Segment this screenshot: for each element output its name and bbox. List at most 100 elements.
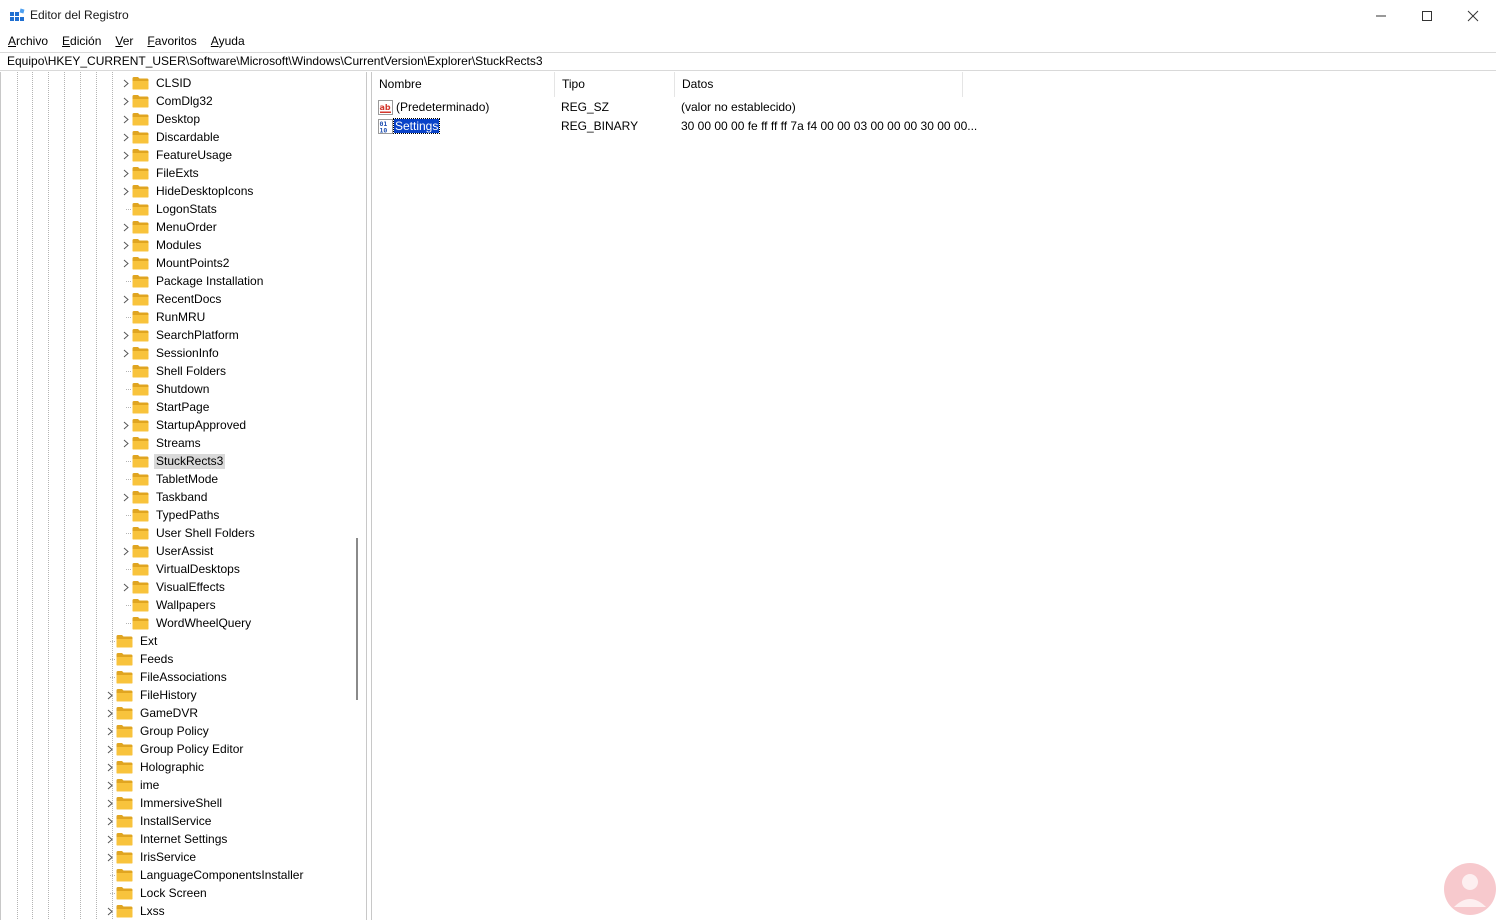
chevron-right-icon[interactable] bbox=[105, 848, 115, 866]
chevron-right-icon[interactable] bbox=[105, 722, 115, 740]
menu-archivo[interactable]: Archivo bbox=[4, 34, 52, 48]
tree-item[interactable]: Shutdown bbox=[121, 380, 211, 398]
value-name: (Predeterminado) bbox=[396, 100, 490, 114]
maximize-button[interactable] bbox=[1404, 0, 1450, 31]
menu-ayuda[interactable]: Ayuda bbox=[207, 34, 249, 48]
tree-item[interactable]: Taskband bbox=[121, 488, 209, 506]
tree-item[interactable]: Discardable bbox=[121, 128, 221, 146]
tree-item-label: Taskband bbox=[156, 489, 208, 504]
tree-item[interactable]: InstallService bbox=[105, 812, 213, 830]
chevron-right-icon[interactable] bbox=[121, 74, 131, 92]
value-row-settings[interactable]: 01 10 Settings REG_BINARY 30 00 00 00 fe… bbox=[372, 117, 977, 136]
column-header-data[interactable]: Datos bbox=[675, 72, 963, 97]
tree-item[interactable]: Internet Settings bbox=[105, 830, 229, 848]
chevron-right-icon[interactable] bbox=[105, 794, 115, 812]
close-button[interactable] bbox=[1450, 0, 1496, 31]
menu-ver[interactable]: Ver bbox=[111, 34, 137, 48]
tree-item[interactable]: CLSID bbox=[121, 74, 193, 92]
chevron-right-icon[interactable] bbox=[121, 110, 131, 128]
tree-scrollbar-thumb[interactable] bbox=[356, 538, 358, 700]
chevron-right-icon[interactable] bbox=[121, 326, 131, 344]
tree-item[interactable]: UserAssist bbox=[121, 542, 215, 560]
folder-icon bbox=[132, 562, 149, 576]
tree-item[interactable]: HideDesktopIcons bbox=[121, 182, 255, 200]
tree-item[interactable]: FileExts bbox=[121, 164, 201, 182]
chevron-right-icon[interactable] bbox=[105, 812, 115, 830]
chevron-right-icon[interactable] bbox=[105, 704, 115, 722]
tree-item[interactable]: FeatureUsage bbox=[121, 146, 234, 164]
chevron-right-icon[interactable] bbox=[105, 758, 115, 776]
tree-item[interactable]: Wallpapers bbox=[121, 596, 218, 614]
chevron-right-icon[interactable] bbox=[105, 740, 115, 758]
tree-item[interactable]: LanguageComponentsInstaller bbox=[105, 866, 305, 884]
chevron-right-icon[interactable] bbox=[121, 146, 131, 164]
tree-item[interactable]: LogonStats bbox=[121, 200, 219, 218]
column-header-type[interactable]: Tipo bbox=[555, 72, 675, 97]
folder-icon bbox=[132, 472, 149, 486]
chevron-right-icon[interactable] bbox=[121, 488, 131, 506]
tree-item[interactable]: StartupApproved bbox=[121, 416, 248, 434]
minimize-button[interactable] bbox=[1358, 0, 1404, 31]
tree-item[interactable]: StuckRects3 bbox=[121, 452, 226, 470]
chevron-right-icon[interactable] bbox=[121, 128, 131, 146]
chevron-right-icon[interactable] bbox=[121, 236, 131, 254]
tree-item[interactable]: RecentDocs bbox=[121, 290, 223, 308]
menu-edicion[interactable]: Edición bbox=[58, 34, 105, 48]
chevron-right-icon[interactable] bbox=[105, 830, 115, 848]
tree-item-label: UserAssist bbox=[156, 543, 214, 558]
chevron-right-icon[interactable] bbox=[121, 578, 131, 596]
tree-item[interactable]: SessionInfo bbox=[121, 344, 221, 362]
chevron-right-icon[interactable] bbox=[121, 218, 131, 236]
chevron-right-icon[interactable] bbox=[121, 290, 131, 308]
tree-item[interactable]: Shell Folders bbox=[121, 362, 228, 380]
chevron-right-icon[interactable] bbox=[121, 164, 131, 182]
tree-item[interactable]: FileAssociations bbox=[105, 668, 229, 686]
address-bar[interactable]: Equipo\HKEY_CURRENT_USER\Software\Micros… bbox=[0, 52, 1496, 71]
tree-item[interactable]: Streams bbox=[121, 434, 203, 452]
tree-item[interactable]: ime bbox=[105, 776, 161, 794]
tree-item[interactable]: SearchPlatform bbox=[121, 326, 241, 344]
chevron-right-icon[interactable] bbox=[121, 344, 131, 362]
tree-item[interactable]: GameDVR bbox=[105, 704, 200, 722]
tree-item[interactable]: Desktop bbox=[121, 110, 202, 128]
tree-item[interactable]: Group Policy Editor bbox=[105, 740, 245, 758]
tree-item[interactable]: StartPage bbox=[121, 398, 211, 416]
tree-item[interactable]: ImmersiveShell bbox=[105, 794, 224, 812]
tree-item[interactable]: Lxss bbox=[105, 902, 167, 920]
chevron-right-icon[interactable] bbox=[105, 902, 115, 920]
key-tree-pane[interactable]: CLSID ComDlg32 Desktop Discardable FeatureUs… bbox=[0, 72, 367, 920]
chevron-right-icon[interactable] bbox=[105, 776, 115, 794]
tree-item[interactable]: TypedPaths bbox=[121, 506, 221, 524]
tree-item[interactable]: WordWheelQuery bbox=[121, 614, 253, 632]
tree-item[interactable]: RunMRU bbox=[121, 308, 207, 326]
tree-item[interactable]: ComDlg32 bbox=[121, 92, 215, 110]
tree-item[interactable]: Lock Screen bbox=[105, 884, 209, 902]
window-title: Editor del Registro bbox=[30, 8, 129, 22]
tree-item[interactable]: VisualEffects bbox=[121, 578, 227, 596]
chevron-right-icon[interactable] bbox=[121, 542, 131, 560]
tree-item[interactable]: TabletMode bbox=[121, 470, 220, 488]
tree-item[interactable]: IrisService bbox=[105, 848, 198, 866]
chevron-right-icon[interactable] bbox=[121, 416, 131, 434]
tree-item[interactable]: VirtualDesktops bbox=[121, 560, 242, 578]
value-row-default[interactable]: ab (Predeterminado) REG_SZ (valor no est… bbox=[372, 98, 972, 117]
tree-item-label: WordWheelQuery bbox=[156, 615, 252, 630]
values-pane[interactable]: Nombre Tipo Datos ab (Predeterminado) RE… bbox=[371, 72, 1496, 920]
tree-item[interactable]: Holographic bbox=[105, 758, 206, 776]
chevron-right-icon[interactable] bbox=[121, 182, 131, 200]
column-header-name[interactable]: Nombre bbox=[372, 72, 555, 97]
chevron-right-icon[interactable] bbox=[121, 254, 131, 272]
chevron-right-icon[interactable] bbox=[105, 686, 115, 704]
tree-item[interactable]: Modules bbox=[121, 236, 203, 254]
tree-item[interactable]: Feeds bbox=[105, 650, 175, 668]
tree-item[interactable]: Package Installation bbox=[121, 272, 265, 290]
chevron-right-icon[interactable] bbox=[121, 434, 131, 452]
tree-item[interactable]: Ext bbox=[105, 632, 159, 650]
menu-favoritos[interactable]: Favoritos bbox=[143, 34, 200, 48]
tree-item[interactable]: User Shell Folders bbox=[121, 524, 257, 542]
tree-item[interactable]: FileHistory bbox=[105, 686, 199, 704]
chevron-right-icon[interactable] bbox=[121, 92, 131, 110]
tree-item[interactable]: MenuOrder bbox=[121, 218, 219, 236]
tree-item[interactable]: Group Policy bbox=[105, 722, 211, 740]
tree-item[interactable]: MountPoints2 bbox=[121, 254, 231, 272]
